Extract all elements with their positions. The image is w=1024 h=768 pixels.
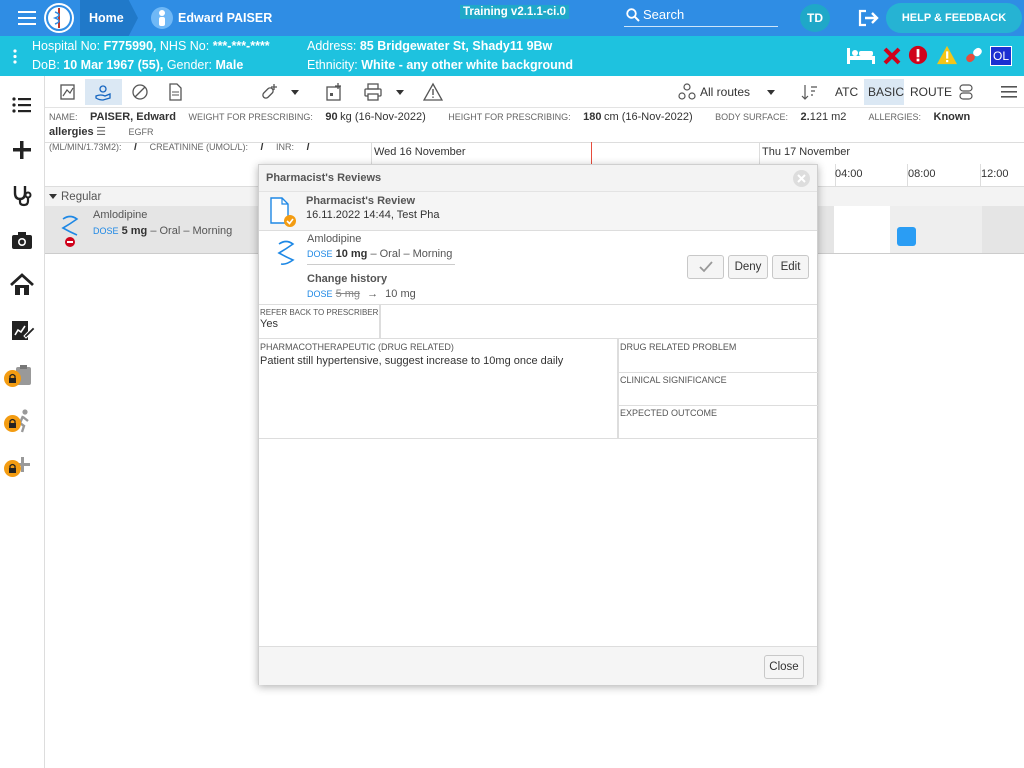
patient-address: Address: 85 Bridgewater St, Shady11 9Bw (307, 39, 553, 53)
close-icon[interactable] (793, 170, 810, 187)
person-icon (151, 7, 173, 29)
caret-down-icon[interactable] (767, 90, 775, 95)
bed-icon[interactable] (846, 46, 876, 66)
calendar-add-icon[interactable] (324, 82, 344, 102)
alert-circle-icon[interactable] (907, 45, 929, 65)
logout-icon[interactable] (858, 9, 880, 27)
document-icon[interactable] (165, 82, 185, 102)
home-breadcrumb[interactable]: Home (80, 0, 138, 36)
close-button[interactable]: Close (764, 655, 804, 679)
layers-icon[interactable] (956, 82, 976, 102)
routes-icon[interactable] (677, 82, 697, 102)
atc-toggle[interactable]: ATC (835, 85, 858, 99)
pharmacotherapeutic-value: Patient still hypertensive, suggest incr… (260, 355, 564, 367)
edit-chart-icon[interactable] (8, 316, 36, 344)
check-icon (698, 261, 713, 273)
camera-icon[interactable] (8, 226, 36, 254)
review-title: Pharmacist's Review (306, 195, 416, 207)
caret-down-icon[interactable] (396, 90, 404, 95)
basic-toggle[interactable]: BASIC (868, 85, 904, 99)
print-icon[interactable] (363, 82, 383, 102)
top-bar: Home Edward PAISER Training v2.1.1-ci.0 … (0, 0, 1024, 36)
plus-icon[interactable] (8, 136, 36, 164)
review-med-name: Amlodipine (307, 233, 362, 245)
lock-icon (4, 415, 21, 432)
change-history-label: Change history (307, 273, 388, 285)
time-label-3: 12:00 (981, 168, 1009, 180)
expected-outcome-cell: EXPECTED OUTCOME (618, 405, 818, 439)
review-meta: 16.11.2022 14:44, Test Pha (306, 209, 440, 221)
pharmacist-reviews-dialog: Pharmacist's Reviews Pharmacist's Review… (258, 164, 818, 685)
time-label-1: 04:00 (835, 168, 863, 180)
dialog-footer: Close (259, 646, 817, 685)
lock-icon (4, 460, 21, 477)
approve-button[interactable] (687, 255, 724, 279)
hospital-number: Hospital No: F775990, NHS No: ***-***-**… (32, 39, 270, 53)
chart-toolbar: All routes ATC BASIC ROUTE (45, 76, 1024, 108)
arrow-right-icon: → (367, 288, 379, 300)
review-header[interactable]: Pharmacist's Review 16.11.2022 14:44, Te… (259, 192, 817, 231)
review-medication: Amlodipine DOSE 10 mg – Oral – Morning C… (259, 231, 817, 305)
dose-change: DOSE 5 mg → 10 mg (307, 288, 416, 300)
day-header-2: Thu 17 November (762, 146, 851, 158)
search-placeholder: Search (643, 7, 685, 22)
help-feedback-button[interactable]: HELP & FEEDBACK (886, 3, 1022, 33)
med-dose: DOSE 5 mg – Oral – Morning (93, 225, 233, 237)
caret-down-icon[interactable] (291, 90, 299, 95)
dob-gender: DoB: 10 Mar 1967 (55), Gender: Male (32, 58, 244, 72)
time-label-2: 08:00 (908, 168, 936, 180)
deny-button[interactable]: Deny (728, 255, 768, 279)
house-icon[interactable] (8, 271, 36, 299)
red-cross-icon[interactable] (882, 46, 902, 66)
regular-label: Regular (61, 191, 102, 203)
pill-outline-icon[interactable] (130, 82, 150, 102)
patient-banner: Hospital No: F775990, NHS No: ***-***-**… (0, 36, 1024, 76)
ol-badge[interactable]: OL (990, 46, 1012, 66)
warning-icon[interactable] (935, 45, 959, 65)
user-avatar[interactable]: TD (800, 4, 830, 32)
med-name: Amlodipine (93, 209, 148, 221)
route-toggle[interactable]: ROUTE (910, 85, 952, 99)
review-med-dose: DOSE 10 mg – Oral – Morning (307, 248, 455, 265)
review-document-icon (270, 197, 296, 227)
edit-button[interactable]: Edit (772, 255, 809, 279)
chart-view-icon[interactable] (58, 82, 78, 102)
pharmacotherapeutic-cell: PHARMACOTHERAPEUTIC (DRUG RELATED) Patie… (259, 339, 618, 439)
warning-outline-icon[interactable] (423, 82, 443, 102)
lock-icon (4, 370, 21, 387)
refer-back-value: Yes (260, 318, 278, 330)
patient-name-header[interactable]: Edward PAISER (178, 0, 272, 36)
search-input[interactable]: Search (624, 5, 778, 27)
drug-related-problem-cell: DRUG RELATED PROBLEM (618, 339, 818, 373)
left-sidebar (0, 76, 45, 768)
search-icon (626, 8, 640, 22)
medication-icon (61, 215, 79, 247)
refer-back-cell: REFER BACK TO PRESCRIBER Yes (259, 305, 380, 339)
sort-icon[interactable] (800, 82, 820, 102)
more-vertical-icon[interactable] (13, 49, 17, 64)
all-routes-select[interactable]: All routes (700, 85, 750, 99)
caret-down-icon (49, 194, 57, 199)
patient-ethnicity: Ethnicity: White - any other white backg… (307, 58, 574, 72)
dialog-title: Pharmacist's Reviews (259, 165, 817, 192)
pill-icon[interactable] (962, 45, 986, 65)
menu-icon[interactable] (18, 11, 36, 25)
day-header-1: Wed 16 November (374, 146, 466, 158)
training-badge: Training v2.1.1-ci.0 (460, 5, 569, 19)
menu-icon[interactable] (999, 82, 1019, 102)
administer-hand-icon[interactable] (93, 82, 113, 102)
app-logo (44, 3, 74, 33)
administration-marker[interactable] (897, 227, 916, 246)
stethoscope-icon[interactable] (8, 181, 36, 209)
list-icon[interactable] (8, 91, 36, 119)
clinical-significance-cell: CLINICAL SIGNIFICANCE (618, 372, 818, 406)
medication-icon (277, 240, 295, 265)
add-medication-icon[interactable] (259, 82, 279, 102)
